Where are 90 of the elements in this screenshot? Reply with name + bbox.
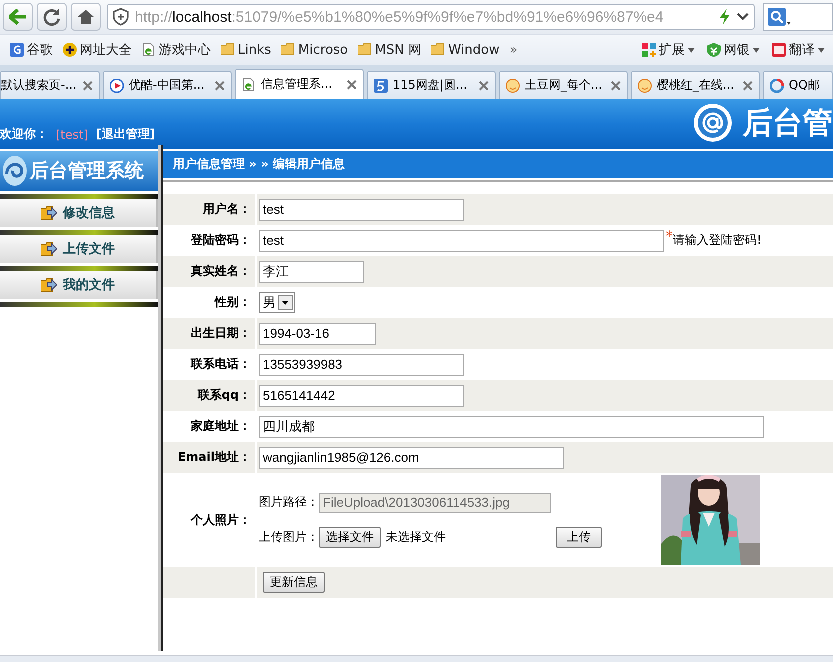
text-field[interactable]: 四川成都	[259, 416, 764, 438]
more-bookmarks-button[interactable]: »	[510, 42, 518, 58]
lightning-icon	[719, 9, 731, 25]
welcome-text: 欢迎你：	[0, 126, 48, 143]
bookmark-link[interactable]: Window	[431, 42, 500, 58]
close-icon[interactable]	[611, 80, 621, 90]
shield-icon	[707, 43, 721, 57]
folder-arrow-icon	[41, 242, 57, 256]
folder-arrow-icon	[41, 206, 57, 220]
splitter[interactable]	[158, 145, 163, 651]
page-icon	[142, 43, 156, 57]
shield-icon	[112, 8, 130, 26]
field-label: 真实姓名：	[163, 256, 257, 287]
text-field[interactable]: wangjianlin1985@126.com	[259, 446, 564, 468]
play-icon	[110, 78, 124, 92]
text-field[interactable]: 5165141442	[259, 384, 464, 406]
close-icon[interactable]	[743, 80, 753, 90]
refresh-button[interactable]	[37, 3, 67, 31]
close-icon[interactable]	[347, 80, 357, 90]
field-label: 出生日期：	[163, 318, 257, 349]
address-field[interactable]: http://localhost:51079/%e5%b1%80%e5%9f%9f%e7%bd%91%e6%96%87%e4	[107, 4, 755, 30]
browser-tab[interactable]: 樱桃红_在线...	[631, 71, 760, 99]
toolbar-button[interactable]: 扩展	[642, 41, 695, 59]
search-logo-icon	[10, 43, 24, 57]
number-icon	[374, 78, 388, 92]
sidebar-item[interactable]: 修改信息	[0, 199, 158, 227]
caret-icon	[688, 48, 695, 52]
choose-file-button[interactable]: 选择文件	[319, 526, 381, 548]
face-icon	[506, 78, 520, 92]
caret-icon	[818, 48, 825, 52]
logout-link[interactable]: [退出管理]	[96, 126, 156, 143]
browser-tab[interactable]: 优酷-中国第...	[103, 71, 232, 99]
field-label: 图片路径：	[259, 494, 319, 511]
swirl-logo-icon	[2, 154, 28, 188]
caret-icon	[753, 48, 760, 52]
face-icon	[638, 78, 652, 92]
sidebar-item[interactable]: 上传文件	[0, 235, 158, 263]
folder-icon	[221, 43, 235, 57]
at-sign-icon	[693, 103, 733, 143]
bookmark-link[interactable]: Links	[221, 42, 272, 58]
bookmark-link[interactable]: Microso	[281, 42, 348, 58]
toolbar-button[interactable]: 网银	[707, 41, 760, 59]
text-field[interactable]: 1994-03-16	[259, 322, 376, 344]
page-icon	[242, 78, 256, 92]
sidebar-item[interactable]: 我的文件	[0, 271, 158, 299]
toolbar-button[interactable]: 翻译	[772, 41, 825, 59]
bookmark-link[interactable]: 谷歌	[10, 41, 53, 59]
required-mark: *	[666, 229, 673, 245]
dropdown-chevron-icon	[736, 12, 750, 22]
bookmark-link[interactable]: 游戏中心	[142, 41, 211, 59]
folder-icon	[358, 43, 372, 57]
refresh-icon	[43, 8, 61, 26]
ring-icon	[770, 78, 784, 92]
folder-icon	[431, 43, 446, 57]
browser-tab[interactable]: QQ邮	[763, 71, 833, 99]
close-icon[interactable]	[83, 80, 93, 90]
field-label: 上传图片：	[259, 528, 319, 546]
text-field[interactable]: test	[259, 198, 464, 220]
hint-text: 请输入登陆密码!	[673, 232, 762, 249]
breadcrumb: 用户信息管理 » » 编辑用户信息	[163, 151, 833, 180]
home-icon	[77, 9, 95, 25]
browser-tab[interactable]: 信息管理系...	[235, 69, 364, 99]
folder-arrow-icon	[41, 278, 57, 292]
bookmark-link[interactable]: 网址大全	[63, 41, 132, 59]
text-field[interactable]: 13553939983	[259, 354, 464, 376]
back-arrow-icon	[9, 9, 27, 25]
search-field[interactable]	[763, 3, 833, 31]
folder-icon	[281, 43, 296, 57]
search-icon	[768, 8, 792, 26]
text-field[interactable]: test	[259, 230, 664, 252]
file-status-text: 未选择文件	[386, 528, 447, 546]
home-button[interactable]	[71, 3, 101, 31]
bookmark-link[interactable]: MSN 网	[358, 41, 422, 59]
plus-icon	[63, 43, 77, 57]
close-icon[interactable]	[479, 80, 489, 90]
browser-tab[interactable]: 115网盘|圆...	[367, 71, 496, 99]
header-logo-text: 后台管	[743, 104, 833, 142]
apps-icon	[642, 43, 656, 57]
field-label: 联系qq：	[163, 380, 257, 411]
update-button[interactable]: 更新信息	[263, 572, 325, 593]
upload-button[interactable]: 上传	[556, 526, 602, 548]
gender-select[interactable]: 男	[259, 292, 295, 313]
back-button[interactable]	[3, 3, 33, 31]
text-field[interactable]: 李江	[259, 260, 364, 282]
browser-tab[interactable]: 默认搜索页-...	[0, 71, 100, 99]
field-label: Email地址：	[163, 442, 257, 473]
field-label: 用户名：	[163, 194, 257, 225]
close-icon[interactable]	[215, 80, 225, 90]
browser-tab[interactable]: 土豆网_每个...	[499, 71, 628, 99]
sidebar-logo: 后台管理系统	[0, 151, 158, 191]
